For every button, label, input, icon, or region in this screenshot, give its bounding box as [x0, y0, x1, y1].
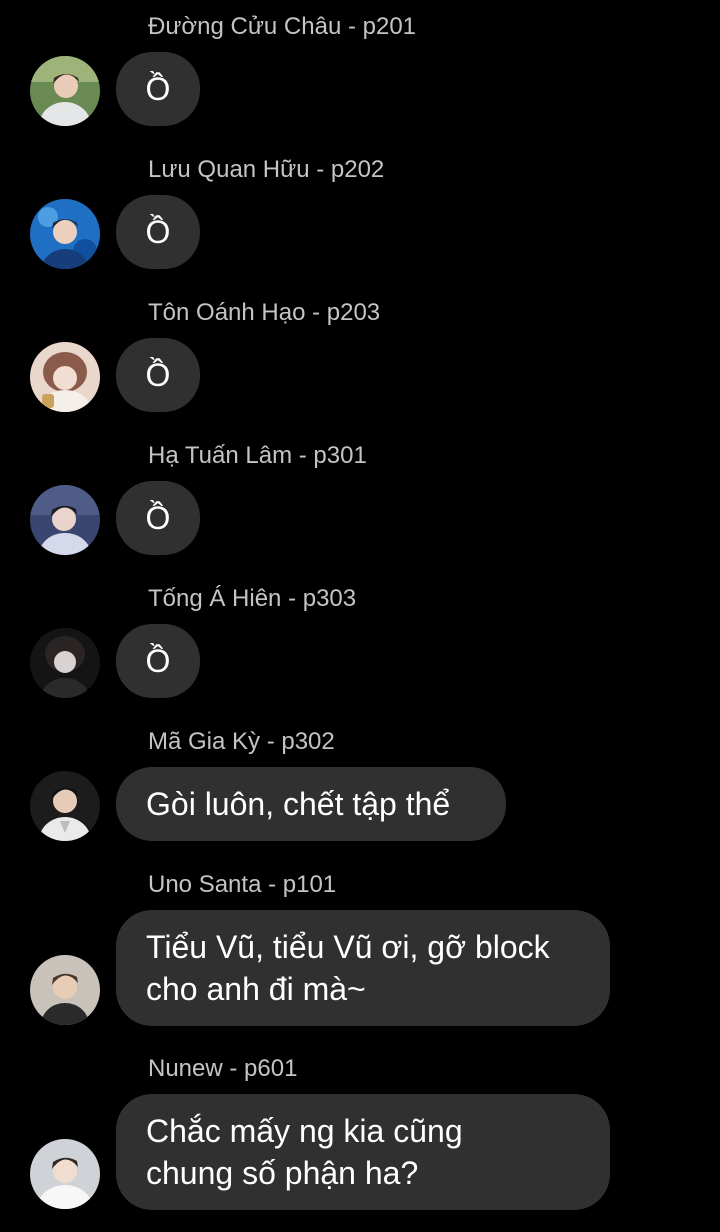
sender-name: Tống Á Hiên - p303: [148, 585, 357, 612]
chat-message-list[interactable]: Đường Cửu Châu - p201 Ồ Lưu Quan Hữu - p…: [0, 0, 720, 1232]
message-bubble[interactable]: Ồ: [116, 481, 200, 555]
avatar[interactable]: [30, 342, 100, 412]
avatar[interactable]: [30, 56, 100, 126]
avatar[interactable]: [30, 199, 100, 269]
message-bubble[interactable]: Chắc mấy ng kia cũng chung số phận ha?: [116, 1094, 610, 1210]
avatar[interactable]: [30, 771, 100, 841]
avatar[interactable]: [30, 485, 100, 555]
sender-name: Đường Cửu Châu - p201: [148, 13, 417, 40]
message-bubble[interactable]: Ồ: [116, 624, 200, 698]
message-bubble[interactable]: Tiểu Vũ, tiểu Vũ ơi, gỡ block cho anh đi…: [116, 910, 610, 1026]
sender-name: Tôn Oánh Hạo - p203: [148, 299, 381, 326]
avatar[interactable]: [30, 955, 100, 1025]
message-bubble[interactable]: Ồ: [116, 195, 200, 269]
sender-name: Mã Gia Kỳ - p302: [148, 728, 335, 755]
message-bubble[interactable]: Gòi luôn, chết tập thể: [116, 767, 506, 841]
message-bubble[interactable]: Ồ: [116, 338, 200, 412]
sender-name: Nunew - p601: [148, 1055, 298, 1082]
avatar[interactable]: [30, 628, 100, 698]
sender-name: Uno Santa - p101: [148, 871, 337, 898]
avatar[interactable]: [30, 1139, 100, 1209]
sender-name: Hạ Tuấn Lâm - p301: [148, 442, 367, 469]
sender-name: Lưu Quan Hữu - p202: [148, 156, 385, 183]
message-bubble[interactable]: Ồ: [116, 52, 200, 126]
